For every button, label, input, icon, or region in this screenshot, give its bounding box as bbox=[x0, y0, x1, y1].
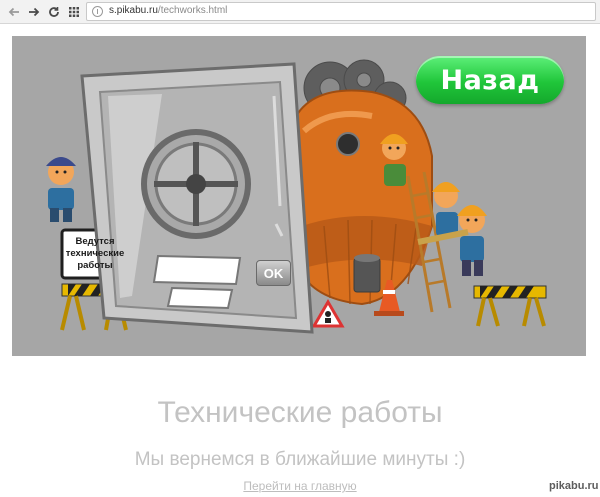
reload-icon[interactable] bbox=[46, 4, 62, 20]
warning-sign-illustration bbox=[311, 299, 345, 328]
vault-door-illustration bbox=[80, 62, 314, 334]
url-path: /techworks.html bbox=[157, 5, 228, 16]
barrier-right-illustration bbox=[473, 285, 547, 327]
home-link[interactable]: Перейти на главную bbox=[0, 479, 600, 493]
back-button[interactable]: Назад bbox=[416, 56, 564, 104]
address-url: s.pikabu.ru/techworks.html bbox=[109, 5, 227, 16]
maintenance-banner: Ведутся технические работы OK Назад bbox=[12, 36, 586, 356]
browser-toolbar: s.pikabu.ru/techworks.html bbox=[0, 0, 600, 24]
forward-arrow-icon[interactable] bbox=[26, 4, 42, 20]
works-sign-text: Ведутся технические работы bbox=[65, 236, 125, 271]
page-subtitle: Мы вернемся в ближайшие минуты :) bbox=[134, 449, 466, 470]
page-info-icon[interactable] bbox=[92, 6, 103, 17]
address-bar[interactable]: s.pikabu.ru/techworks.html bbox=[86, 2, 596, 21]
barrel-illustration bbox=[353, 254, 381, 293]
watermark: pikabu.ru bbox=[549, 480, 599, 492]
back-arrow-icon[interactable] bbox=[6, 4, 22, 20]
ok-button: OK bbox=[256, 260, 291, 286]
page-title: Технические работы bbox=[157, 396, 443, 429]
apps-grid-icon[interactable] bbox=[66, 4, 82, 20]
worker-left-illustration bbox=[46, 157, 76, 222]
url-host: s.pikabu.ru bbox=[109, 5, 158, 16]
